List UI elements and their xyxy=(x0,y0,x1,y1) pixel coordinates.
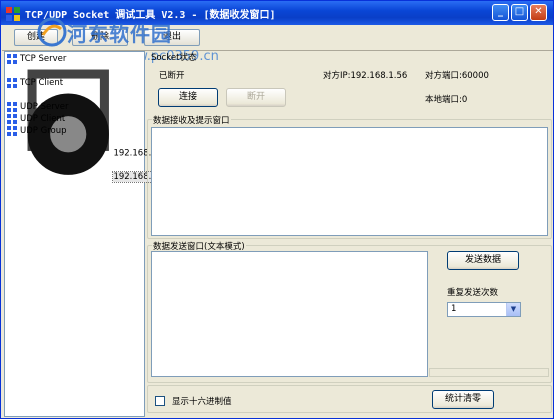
network-node-icon xyxy=(7,77,17,88)
socket-status-label: Socket状态 xyxy=(151,53,197,63)
network-node-icon xyxy=(7,101,17,112)
send-data-button[interactable]: 发送数据 xyxy=(447,251,519,270)
tree-item-label: UDP Server xyxy=(20,102,69,112)
tree-item-udp-group[interactable]: UDP Group xyxy=(7,125,66,137)
send-group: 数据发送窗口(文本模式) 发送数据 重复发送次数 1 ▼ xyxy=(147,240,552,383)
app-window: TCP/UDP Socket 调试工具 V2.3 - [数据收发窗口] _ □ … xyxy=(0,0,554,419)
tree-item-tcp-client[interactable]: TCP Client xyxy=(7,77,63,89)
network-node-icon xyxy=(7,125,17,136)
remote-port: 对方端口:60000 xyxy=(425,71,489,81)
minimize-button[interactable]: _ xyxy=(492,4,509,21)
receive-textarea[interactable] xyxy=(151,127,548,236)
hex-display-label: 显示十六进制值 xyxy=(172,397,232,407)
watermark-logo-icon xyxy=(37,17,67,47)
receive-group: 数据接收及提示窗口 xyxy=(147,114,552,239)
network-node-icon xyxy=(7,113,17,124)
chevron-down-icon[interactable]: ▼ xyxy=(506,303,520,316)
tree-item-label: TCP Server xyxy=(20,54,67,64)
repeat-count-label: 重复发送次数 xyxy=(447,288,499,298)
watermark-text: 河东软件园 xyxy=(67,22,172,46)
remote-ip: 对方IP:192.168.1.56 xyxy=(323,71,408,81)
tree-item-tcp-server[interactable]: TCP Server xyxy=(7,53,66,65)
app-grid-icon xyxy=(6,7,20,21)
send-textarea[interactable] xyxy=(151,251,428,377)
receive-title: 数据接收及提示窗口 xyxy=(152,114,231,126)
close-button[interactable]: ✕ xyxy=(530,4,547,21)
hex-display-checkbox[interactable] xyxy=(155,396,165,406)
local-port: 本地端口:0 xyxy=(425,95,468,105)
connect-button[interactable]: 连接 xyxy=(158,88,218,107)
connection-state: 已断开 xyxy=(159,71,185,81)
network-node-icon xyxy=(7,53,17,64)
footer-bar: 显示十六进制值 统计清零 xyxy=(147,385,552,413)
disconnect-button[interactable]: 断开 xyxy=(226,88,286,107)
send-status-strip xyxy=(429,368,549,377)
socket-status-section: Socket状态 已断开 对方IP:192.168.1.56 对方端口:6000… xyxy=(147,51,551,113)
tree-item-label: UDP Client xyxy=(20,114,66,124)
stats-clear-button[interactable]: 统计清零 xyxy=(432,390,494,409)
tree-item-udp-server[interactable]: UDP Server xyxy=(7,101,68,113)
tree-item-tcp-server-connection[interactable]: 192.168.1.56[60000] xyxy=(23,65,204,158)
repeat-count-select[interactable]: 1 ▼ xyxy=(447,302,521,317)
maximize-button[interactable]: □ xyxy=(511,4,528,21)
repeat-count-value: 1 xyxy=(451,304,457,314)
socket-tree: TCP Server 192.168.1.56[60000] TCP Clien… xyxy=(4,51,205,417)
tree-item-udp-client[interactable]: UDP Client xyxy=(7,113,65,125)
tree-item-label: UDP Group xyxy=(20,126,67,136)
tree-item-tcp-client-connection[interactable]: 192.168.1.56[60000] xyxy=(23,89,205,184)
main-panel: Socket状态 已断开 对方IP:192.168.1.56 对方端口:6000… xyxy=(147,51,552,417)
tree-item-label: TCP Client xyxy=(20,78,64,88)
